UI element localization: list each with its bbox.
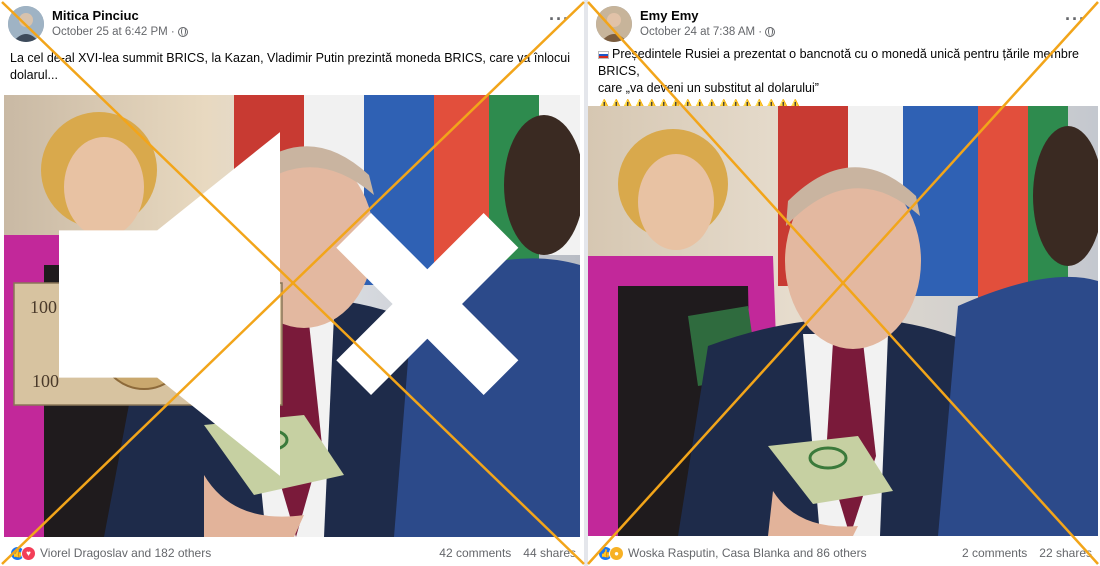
- facebook-post-right: Emy Emy October 24 at 7:38 AM · ··· Preș…: [588, 0, 1100, 566]
- engagement-counts: 42 comments 44 shares: [439, 546, 576, 560]
- post-header: Mitica Pinciuc October 25 at 6:42 PM · ·…: [0, 0, 584, 46]
- post-footer: 👍 ♥ Viorel Dragoslav and 182 others 42 c…: [0, 540, 584, 566]
- author-name[interactable]: Emy Emy: [640, 8, 699, 23]
- post-caption: La cel de-al XVI-lea summit BRICS, la Ka…: [0, 46, 584, 94]
- timestamp[interactable]: October 25 at 6:42 PM ·: [52, 26, 175, 38]
- post-photo[interactable]: [588, 106, 1098, 536]
- love-icon: ♥: [21, 545, 36, 561]
- reactions[interactable]: 👍 ●: [598, 545, 624, 561]
- reactors-text[interactable]: Viorel Dragoslav and 182 others: [40, 546, 211, 560]
- post-meta: October 24 at 7:38 AM ·: [640, 26, 776, 38]
- caption-text: Președintele Rusiei a prezentat o bancno…: [598, 47, 1079, 78]
- reactors-text[interactable]: Woska Rasputin, Casa Blanka and 86 other…: [628, 546, 867, 560]
- globe-icon: [765, 27, 776, 37]
- post-header: Emy Emy October 24 at 7:38 AM · ···: [588, 0, 1100, 46]
- more-options-icon[interactable]: ···: [1065, 10, 1086, 28]
- avatar[interactable]: [596, 6, 632, 42]
- engagement-counts: 2 comments 22 shares: [962, 546, 1092, 560]
- caption-line: Președintele Rusiei a prezentat o bancno…: [598, 46, 1090, 80]
- caption-line: care „va deveni un substitut al dolarulu…: [598, 81, 819, 95]
- avatar[interactable]: [8, 6, 44, 42]
- post-photo[interactable]: 100 100 100 100: [4, 95, 580, 537]
- russia-flag-icon: [598, 50, 609, 59]
- facebook-post-left: Mitica Pinciuc October 25 at 6:42 PM · ·…: [0, 0, 584, 566]
- caption-line: La cel de-al XVI-lea summit BRICS, la Ka…: [10, 51, 570, 65]
- shares-count[interactable]: 22 shares: [1039, 546, 1092, 560]
- post-meta: October 25 at 6:42 PM ·: [52, 26, 188, 38]
- globe-icon: [177, 27, 188, 37]
- shares-count[interactable]: 44 shares: [523, 546, 576, 560]
- photo-putin-banknote: [588, 106, 1098, 536]
- post-footer: 👍 ● Woska Rasputin, Casa Blanka and 86 o…: [588, 540, 1100, 566]
- wow-icon: ●: [609, 545, 624, 561]
- comments-count[interactable]: 2 comments: [962, 546, 1027, 560]
- mute-icon[interactable]: [4, 95, 568, 525]
- more-options-icon[interactable]: ···: [549, 10, 570, 28]
- reactions[interactable]: 👍 ♥: [10, 545, 36, 561]
- author-name[interactable]: Mitica Pinciuc: [52, 8, 139, 23]
- comments-count[interactable]: 42 comments: [439, 546, 511, 560]
- post-caption: Președintele Rusiei a prezentat o bancno…: [588, 46, 1100, 111]
- caption-line: dolarul...: [10, 68, 58, 82]
- timestamp[interactable]: October 24 at 7:38 AM ·: [640, 26, 762, 38]
